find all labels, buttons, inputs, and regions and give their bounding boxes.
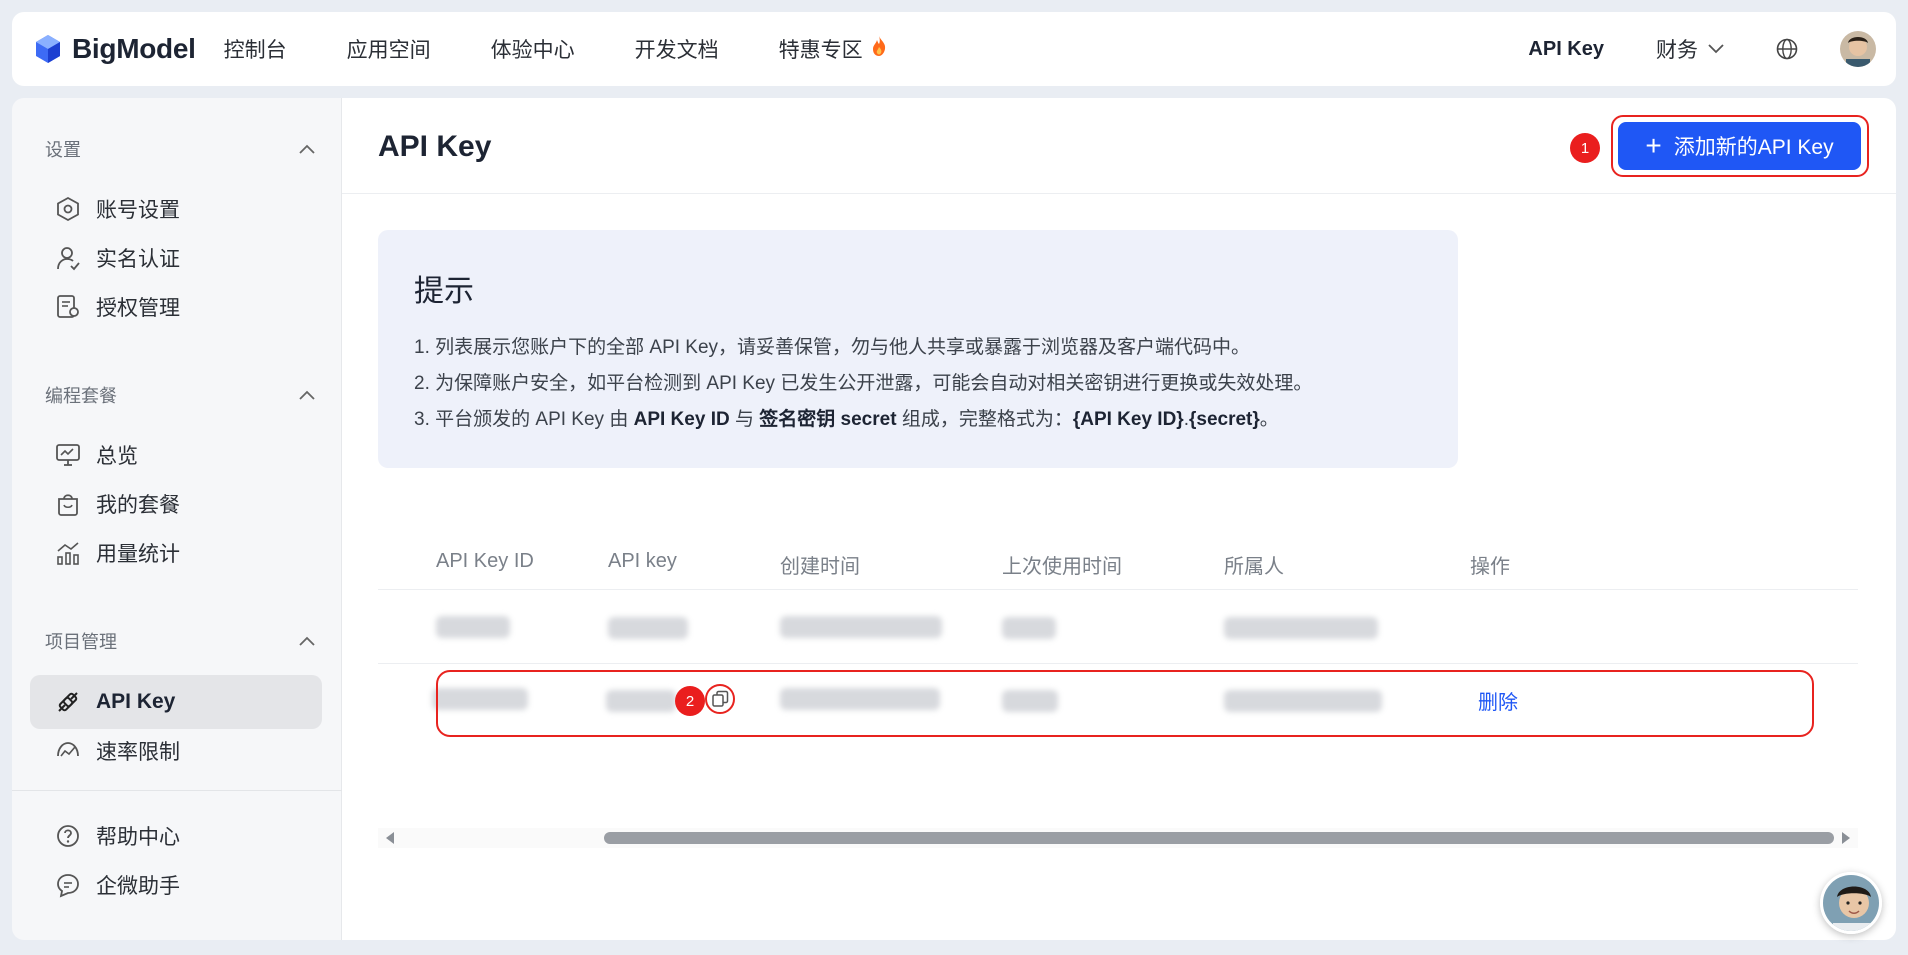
sidebar-item-label: 实名认证 — [96, 248, 180, 271]
usage-chart-icon — [54, 539, 82, 567]
redacted-created-time — [780, 616, 942, 638]
chevron-up-icon — [299, 636, 315, 646]
sidebar-item-account-settings[interactable]: 账号设置 — [30, 182, 322, 236]
account-settings-icon — [54, 195, 82, 223]
sidebar-item-api-key[interactable]: API Key — [30, 675, 322, 729]
rate-limit-icon — [54, 737, 82, 765]
tip-text: 3. 平台颁发的 API Key 由 — [414, 409, 634, 430]
tip-line-3: 3. 平台颁发的 API Key 由 API Key ID 与 签名密钥 sec… — [414, 402, 1458, 438]
sidebar-item-label: 授权管理 — [96, 297, 180, 320]
finance-dropdown[interactable]: 财务 — [1656, 34, 1724, 64]
top-api-key-link[interactable]: API Key — [1528, 38, 1604, 61]
column-header-last-used: 上次使用时间 — [1002, 556, 1122, 578]
tip-bold-format-secret: {secret} — [1188, 409, 1260, 430]
sidebar-item-usage-stats[interactable]: 用量统计 — [30, 526, 322, 580]
chevron-down-icon — [1708, 44, 1724, 54]
column-header-owner: 所属人 — [1224, 556, 1284, 578]
nav-experience-center[interactable]: 体验中心 — [491, 34, 575, 64]
top-navigation-bar: BigModel 控制台 应用空间 体验中心 开发文档 特惠专区 API Key… — [12, 12, 1896, 86]
annotation-badge-1: 1 — [1570, 133, 1600, 163]
sidebar-item-overview[interactable]: 总览 — [30, 428, 322, 482]
help-icon — [54, 822, 82, 850]
redacted-api-key — [608, 617, 688, 639]
nav-dev-docs[interactable]: 开发文档 — [635, 34, 719, 64]
sidebar-item-my-plan[interactable]: 我的套餐 — [30, 477, 322, 531]
package-icon — [54, 490, 82, 518]
add-api-key-label: 添加新的API Key — [1673, 136, 1834, 159]
table-row — [378, 590, 1858, 664]
column-header-created-time: 创建时间 — [780, 556, 860, 578]
add-api-key-button[interactable]: + 添加新的API Key — [1618, 122, 1861, 170]
sidebar-divider — [12, 790, 342, 791]
sidebar-group-label: 项目管理 — [45, 632, 117, 652]
sidebar-item-label: API Key — [96, 690, 176, 713]
chevron-up-icon — [299, 144, 315, 154]
sidebar-group-label: 编程套餐 — [45, 386, 117, 406]
sidebar-item-label: 账号设置 — [96, 199, 180, 222]
bigmodel-logo-icon — [36, 35, 60, 63]
tip-bold-key-id: API Key ID — [633, 409, 730, 430]
nav-console[interactable]: 控制台 — [224, 34, 287, 64]
floating-assistant-avatar[interactable] — [1820, 872, 1882, 934]
tip-text: 与 — [729, 409, 760, 430]
chat-icon — [54, 871, 82, 899]
sidebar-group-project-management[interactable]: 项目管理 — [45, 628, 315, 654]
sidebar-item-real-name[interactable]: 实名认证 — [30, 231, 322, 285]
sidebar-item-label: 企微助手 — [96, 875, 180, 898]
tip-line-1: 1. 列表展示您账户下的全部 API Key，请妥善保管，勿与他人共享或暴露于浏… — [414, 337, 1251, 358]
fire-icon — [871, 36, 887, 62]
sidebar-group-label: 设置 — [45, 140, 81, 160]
horizontal-scrollbar[interactable] — [378, 828, 1858, 848]
brand-logo[interactable]: BigModel — [32, 33, 196, 65]
tip-panel: 提示 1. 列表展示您账户下的全部 API Key，请妥善保管，勿与他人共享或暴… — [378, 230, 1458, 468]
monitor-icon — [54, 441, 82, 469]
brand-name: BigModel — [72, 33, 196, 64]
tip-title: 提示 — [414, 275, 474, 308]
table-header: API Key ID API key 创建时间 上次使用时间 所属人 操作 — [378, 532, 1858, 590]
scroll-right-arrow-icon[interactable] — [1842, 832, 1850, 844]
sidebar-item-label: 帮助中心 — [96, 826, 180, 849]
user-avatar[interactable] — [1840, 31, 1876, 67]
tip-bold-secret: 签名密钥 secret — [759, 409, 897, 430]
sidebar-group-coding-plan[interactable]: 编程套餐 — [45, 382, 315, 408]
sidebar-item-authorization[interactable]: 授权管理 — [30, 280, 322, 334]
sidebar-item-rate-limit[interactable]: 速率限制 — [30, 724, 322, 778]
scrollbar-thumb[interactable] — [604, 832, 1834, 844]
column-header-api-key-id: API Key ID — [436, 550, 534, 572]
sidebar-group-settings[interactable]: 设置 — [45, 136, 315, 162]
api-key-icon — [54, 688, 82, 716]
sidebar-item-label: 用量统计 — [96, 543, 180, 566]
sidebar-item-label: 速率限制 — [96, 741, 180, 764]
page-header: API Key 1 + 添加新的API Key — [342, 98, 1896, 194]
sidebar-item-wecom-assistant[interactable]: 企微助手 — [30, 858, 322, 912]
page-title: API Key — [378, 130, 492, 163]
nav-special-offers[interactable]: 特惠专区 — [779, 34, 887, 64]
tip-text: 组成，完整格式为： — [896, 409, 1073, 430]
sidebar-item-label: 我的套餐 — [96, 494, 180, 517]
sidebar-item-label: 总览 — [96, 445, 138, 468]
sidebar-item-help-center[interactable]: 帮助中心 — [30, 809, 322, 863]
scroll-left-arrow-icon[interactable] — [386, 832, 394, 844]
nav-app-space[interactable]: 应用空间 — [347, 34, 431, 64]
column-header-api-key: API key — [608, 550, 677, 572]
top-right-actions: API Key 财务 — [1528, 31, 1896, 67]
finance-label: 财务 — [1656, 39, 1698, 62]
highlight-box-row — [436, 670, 1814, 737]
tip-bold-format-id: {API Key ID} — [1072, 409, 1184, 430]
redacted-last-used — [1002, 617, 1056, 639]
authorization-icon — [54, 293, 82, 321]
redacted-owner — [1224, 617, 1378, 639]
nav-special-offers-label: 特惠专区 — [778, 39, 863, 62]
main-content: API Key 1 + 添加新的API Key 提示 1. 列表展示您账户下的全… — [342, 98, 1896, 940]
plus-icon: + — [1645, 130, 1662, 161]
tip-text: 。 — [1259, 409, 1279, 430]
redacted-key-id — [436, 616, 510, 638]
tip-line-2: 2. 为保障账户安全，如平台检测到 API Key 已发生公开泄露，可能会自动对… — [414, 373, 1313, 394]
user-verify-icon — [54, 244, 82, 272]
sidebar: 设置 账号设置 实名认证 授权管理 编程套餐 总览 我的套餐 用量统计 项目管理… — [12, 98, 342, 940]
chevron-up-icon — [299, 390, 315, 400]
column-header-actions: 操作 — [1470, 556, 1510, 578]
language-globe-icon[interactable] — [1776, 38, 1798, 60]
main-nav: 控制台 应用空间 体验中心 开发文档 特惠专区 — [224, 34, 947, 64]
